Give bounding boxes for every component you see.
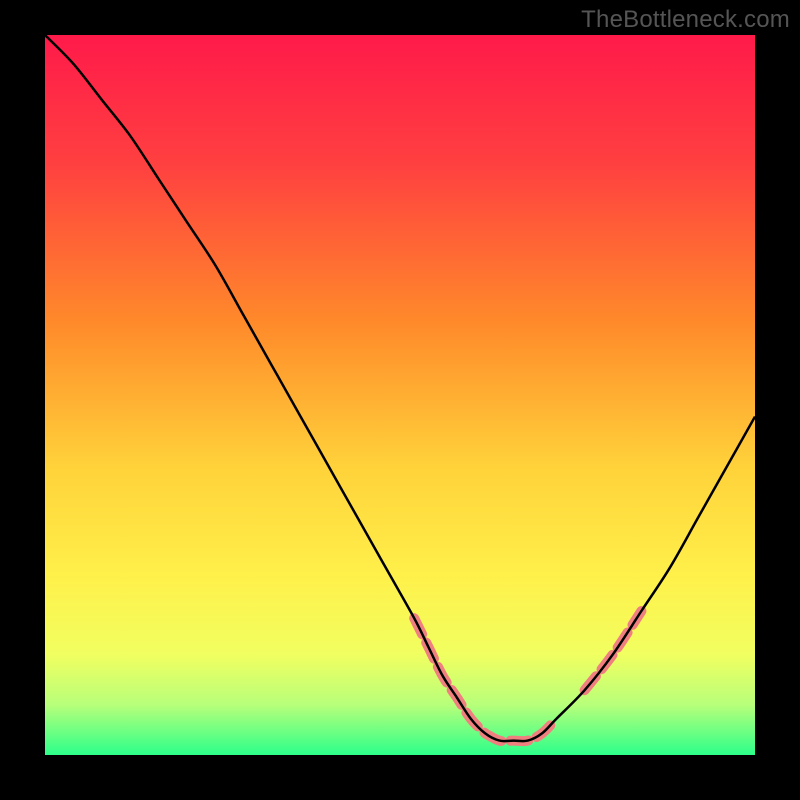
watermark-text: TheBottleneck.com [581, 6, 790, 34]
bottleneck-chart [45, 35, 755, 755]
gradient-background [45, 35, 755, 755]
chart-stage: TheBottleneck.com [0, 0, 800, 800]
